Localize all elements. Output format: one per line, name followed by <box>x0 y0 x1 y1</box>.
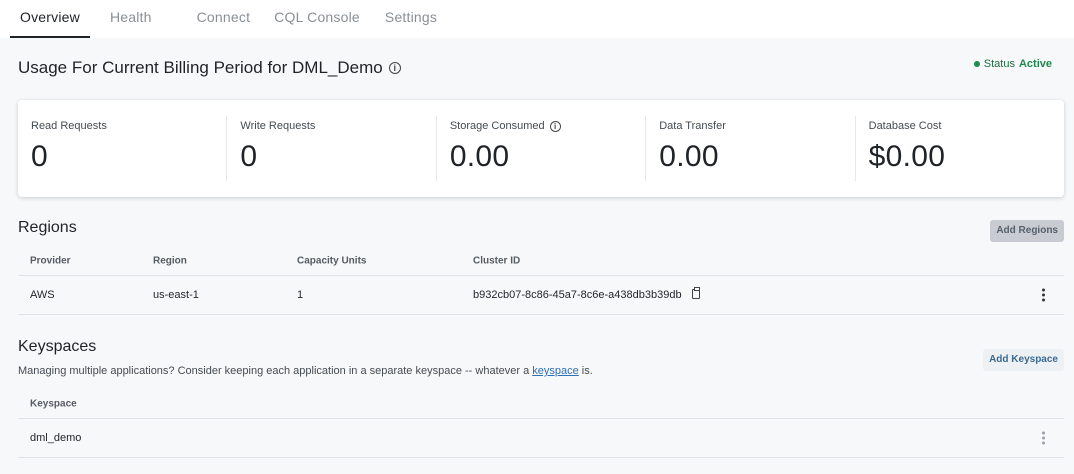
capacity-units-cell: 1 <box>297 289 304 301</box>
column-header-provider: Provider <box>30 255 71 266</box>
metric-value: 0.00 <box>659 140 719 173</box>
keyspaces-heading: Keyspaces <box>18 338 97 355</box>
metric-label: Read Requests <box>31 120 107 132</box>
status-label: Status <box>983 58 1015 70</box>
info-icon[interactable]: i <box>549 120 561 132</box>
cluster-id-text: b932cb07-8c86-45a7-8c6e-a438db3b39db <box>473 289 682 301</box>
tab-health[interactable]: Health <box>100 0 162 38</box>
metric-value: 0.00 <box>449 140 510 173</box>
table-header: Keyspace <box>18 389 1064 419</box>
tab-settings[interactable]: Settings <box>375 0 447 38</box>
metric-label: Write Requests <box>240 120 316 132</box>
regions-heading: Regions <box>18 219 77 236</box>
regions-table: Provider Region Capacity Units Cluster I… <box>18 246 1064 315</box>
table-row: AWS us-east-1 1 b932cb07-8c86-45a7-8c6e-… <box>18 276 1064 315</box>
region-cell: us-east-1 <box>153 289 199 301</box>
keyspaces-table: Keyspace dml_demo <box>18 389 1064 458</box>
description-suffix: is. <box>578 365 593 377</box>
metric-label-row: Storage Consumed i <box>450 120 632 132</box>
description-text: Managing multiple applications? Consider… <box>18 365 533 377</box>
metric-write-requests: Write Requests 0 <box>227 116 437 181</box>
metric-label: Storage Consumed <box>449 120 545 132</box>
provider-cell: AWS <box>30 289 55 301</box>
metric-read-requests: Read Requests 0 <box>18 116 228 181</box>
metric-label: Data Transfer <box>659 120 726 132</box>
keyspace-help-link[interactable]: keyspace <box>532 365 578 377</box>
status-indicator: Status Active <box>973 58 1052 70</box>
column-header-cluster-id: Cluster ID <box>473 255 521 266</box>
status-value: Active <box>1018 58 1052 70</box>
column-header-region: Region <box>153 255 187 266</box>
tab-connect[interactable]: Connect <box>187 0 261 38</box>
cluster-id-cell: b932cb07-8c86-45a7-8c6e-a438db3b39db <box>473 287 700 301</box>
kebab-menu-icon[interactable] <box>1042 431 1046 445</box>
keyspaces-description: Managing multiple applications? Consider… <box>18 365 593 377</box>
add-keyspace-button[interactable]: Add Keyspace <box>983 349 1064 371</box>
page-title-text: Usage For Current Billing Period for DML… <box>18 58 383 77</box>
table-row: dml_demo <box>18 419 1064 458</box>
info-icon[interactable]: i <box>388 62 401 74</box>
metric-data-transfer: Data Transfer 0.00 <box>646 116 856 181</box>
add-regions-button[interactable]: Add Regions <box>990 220 1064 242</box>
page-title: Usage For Current Billing Period for DML… <box>18 58 401 78</box>
metric-database-cost: Database Cost $0.00 <box>856 116 1064 181</box>
kebab-menu-icon[interactable] <box>1042 288 1046 302</box>
column-header-keyspace: Keyspace <box>30 398 77 409</box>
keyspace-name-cell: dml_demo <box>30 432 82 444</box>
tab-cql-console[interactable]: CQL Console <box>264 0 370 38</box>
column-header-capacity-units: Capacity Units <box>297 255 367 266</box>
metric-storage-consumed: Storage Consumed i 0.00 <box>437 116 647 181</box>
table-header: Provider Region Capacity Units Cluster I… <box>18 246 1064 276</box>
metric-value: 0 <box>240 140 258 173</box>
metric-value: 0 <box>31 140 48 173</box>
metric-label: Database Cost <box>868 120 942 132</box>
status-dot-icon <box>973 61 980 67</box>
tab-overview[interactable]: Overview <box>10 0 90 38</box>
tab-bar: Overview Health Connect CQL Console Sett… <box>0 0 1074 38</box>
copy-icon[interactable] <box>691 287 700 299</box>
metric-value: $0.00 <box>868 140 946 173</box>
usage-metrics-card: Read Requests 0 Write Requests 0 Storage… <box>18 100 1064 197</box>
